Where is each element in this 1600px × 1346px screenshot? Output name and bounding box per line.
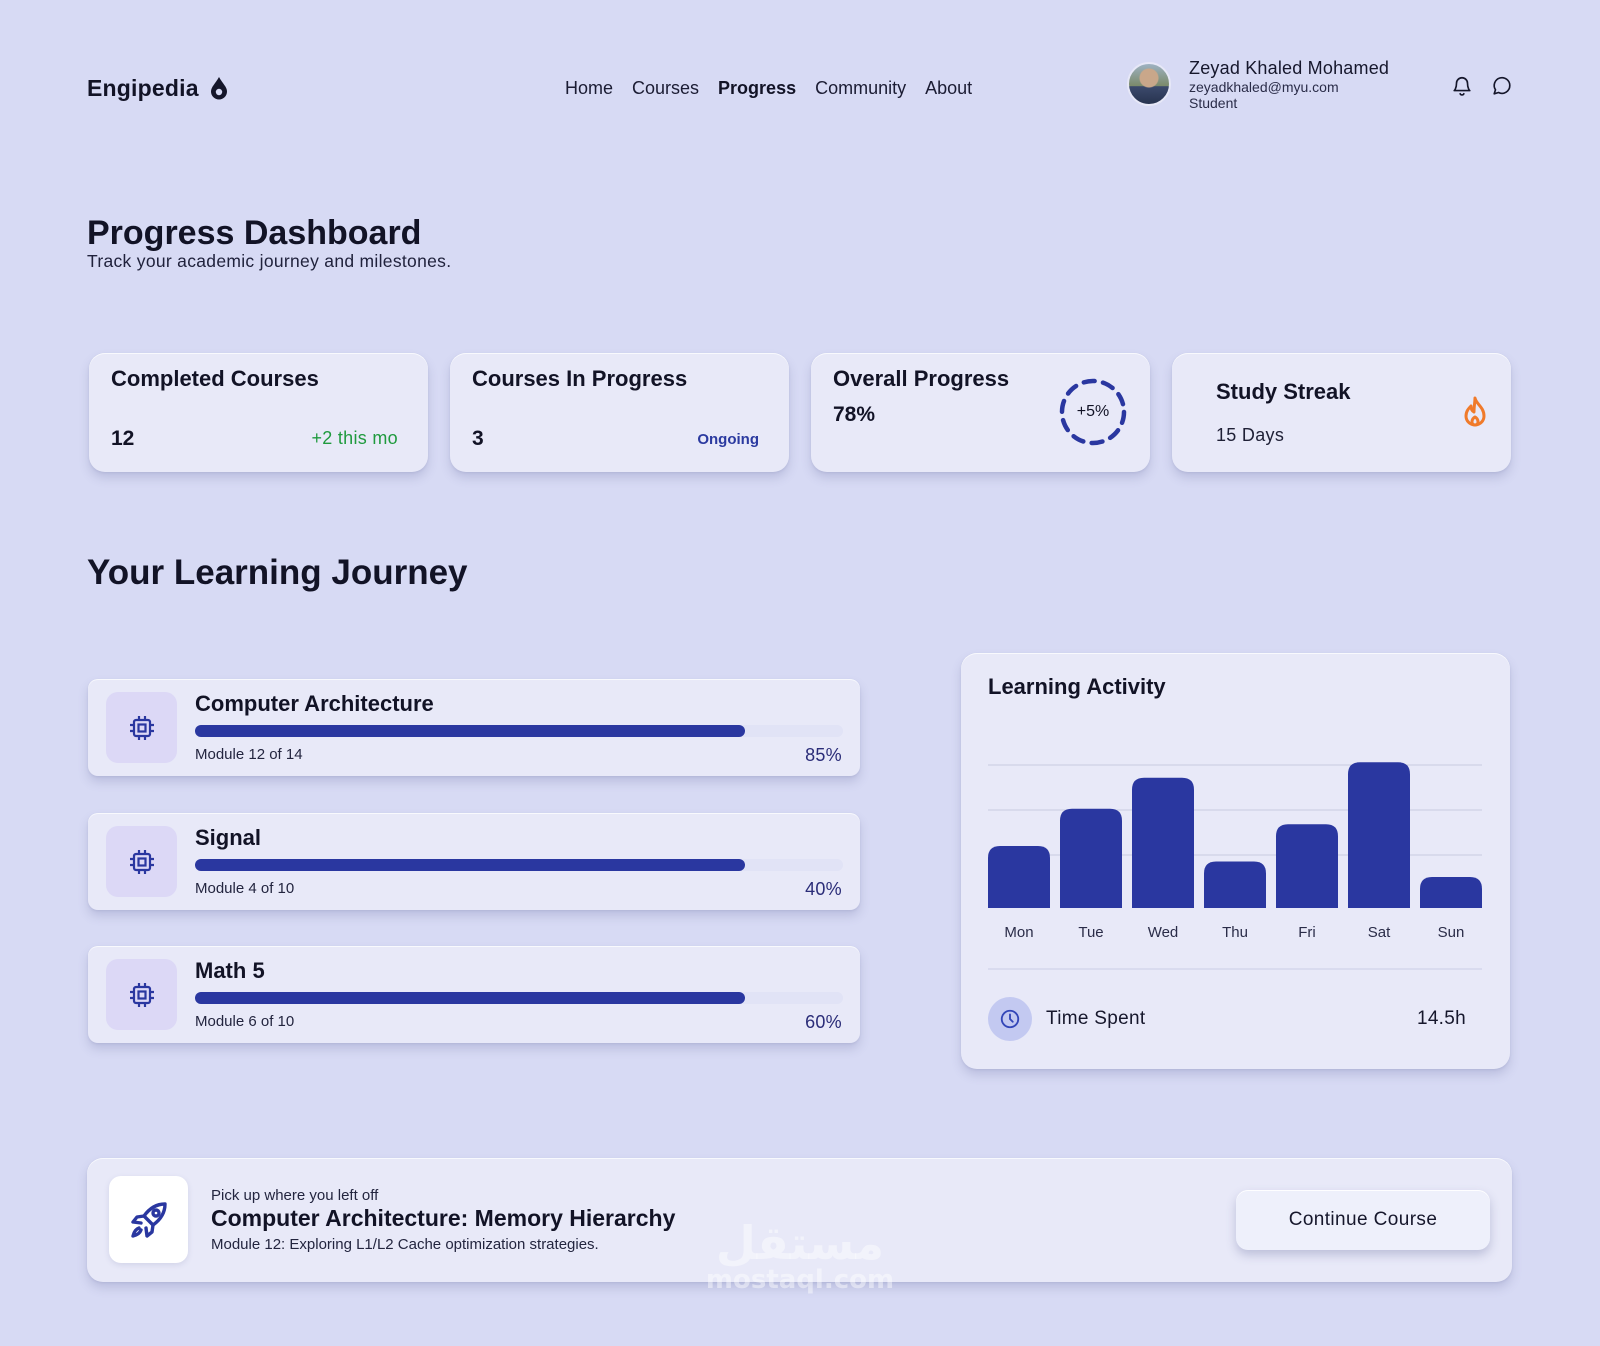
- chat-icon[interactable]: [1491, 74, 1513, 98]
- divider: [988, 968, 1482, 970]
- activity-title: Learning Activity: [988, 674, 1166, 699]
- brand-name: Engipedia: [87, 74, 199, 101]
- page-subtitle: Track your academic journey and mileston…: [87, 251, 452, 271]
- course-progress-fill: [195, 725, 745, 737]
- stat-card-completed: Completed Courses 12 +2 this mo: [89, 353, 428, 472]
- time-spent-label: Time Spent: [1046, 1008, 1146, 1029]
- course-percent: 60%: [805, 1012, 842, 1032]
- avatar[interactable]: [1127, 62, 1171, 107]
- course-name: Computer Architecture: [195, 691, 434, 716]
- status-badge: Ongoing: [697, 431, 759, 448]
- time-spent-value: 14.5h: [1416, 1008, 1466, 1029]
- clock-icon: [988, 997, 1032, 1041]
- banner-description: Module 12: Exploring L1/L2 Cache optimiz…: [211, 1236, 599, 1253]
- stat-title: Courses In Progress: [472, 366, 688, 391]
- chip-icon: [106, 826, 177, 897]
- chart-bar-wed: [1132, 777, 1194, 908]
- stat-title: Overall Progress: [833, 366, 1010, 391]
- user-email: zeyadkhaled@myu.com: [1189, 78, 1339, 95]
- user-role: Student: [1189, 94, 1238, 111]
- chart-tick-label: Mon: [1004, 924, 1033, 941]
- chart-tick-label: Sun: [1438, 924, 1465, 941]
- stat-card-overall-progress: Overall Progress 78% +5%: [811, 353, 1150, 472]
- course-card-signal[interactable]: Signal Module 4 of 10 40%: [88, 813, 860, 910]
- course-module: Module 6 of 10: [195, 1013, 295, 1030]
- chart-tick-label: Thu: [1222, 924, 1248, 941]
- nav-about[interactable]: About: [925, 78, 972, 99]
- nav-courses[interactable]: Courses: [632, 78, 699, 99]
- course-progress-bar: [195, 859, 843, 871]
- user-name: Zeyad Khaled Mohamed: [1189, 58, 1390, 78]
- rocket-icon: [109, 1176, 188, 1263]
- nav-community[interactable]: Community: [815, 78, 906, 99]
- bell-icon[interactable]: [1451, 74, 1473, 98]
- chart-bar-thu: [1204, 861, 1266, 908]
- chip-icon: [106, 692, 177, 763]
- header-actions: [1451, 74, 1513, 98]
- top-header: Engipedia Home Courses Progress Communit…: [87, 58, 1513, 116]
- user-info: Zeyad Khaled Mohamed zeyadkhaled@myu.com…: [1189, 58, 1389, 111]
- learning-activity-card: Learning Activity Mon Tue Wed Thu Fri Sat Sun …: [961, 653, 1510, 1069]
- course-percent: 40%: [805, 879, 842, 899]
- drop-icon: [210, 77, 227, 100]
- stat-card-study-streak: Study Streak 15 Days: [1172, 353, 1511, 472]
- chart-bar-mon: [988, 846, 1050, 908]
- progress-ring-label: +5%: [1076, 403, 1110, 420]
- section-title-learning-journey: Your Learning Journey: [87, 553, 468, 592]
- stat-trend: +2 this mo: [311, 428, 398, 448]
- main-nav: Home Courses Progress Community About: [565, 60, 972, 116]
- stat-title: Study Streak: [1216, 379, 1351, 404]
- course-progress-fill: [195, 992, 745, 1004]
- continue-learning-banner: Pick up where you left off Computer Arch…: [87, 1158, 1512, 1282]
- chart-tick-label: Wed: [1148, 924, 1179, 941]
- activity-bar-chart: Mon Tue Wed Thu Fri Sat Sun: [988, 762, 1482, 941]
- stat-title: Completed Courses: [111, 366, 319, 391]
- banner-kicker: Pick up where you left off: [211, 1187, 379, 1204]
- course-progress-bar: [195, 992, 843, 1004]
- course-module: Module 12 of 14: [195, 746, 303, 763]
- course-card-math-5[interactable]: Math 5 Module 6 of 10 60%: [88, 946, 860, 1043]
- chart-bar-sun: [1420, 877, 1482, 908]
- course-name: Signal: [195, 825, 262, 850]
- course-name: Math 5: [195, 958, 265, 983]
- chart-tick-label: Tue: [1078, 924, 1103, 941]
- course-module: Module 4 of 10: [195, 880, 295, 897]
- stat-value: 3: [472, 427, 484, 450]
- chart-bar-sat: [1348, 762, 1410, 908]
- page-title: Progress Dashboard: [87, 214, 422, 252]
- brand-logo[interactable]: Engipedia: [87, 75, 229, 102]
- chart-bar-tue: [1060, 808, 1122, 908]
- continue-course-button[interactable]: Continue Course: [1236, 1190, 1490, 1250]
- chart-bar-fri: [1276, 824, 1338, 908]
- user-profile[interactable]: Zeyad Khaled Mohamed zeyadkhaled@myu.com…: [1127, 58, 1389, 111]
- flame-icon: [1464, 396, 1486, 427]
- nav-home[interactable]: Home: [565, 78, 613, 99]
- course-progress-bar: [195, 725, 843, 737]
- course-progress-fill: [195, 859, 745, 871]
- stat-value: 12: [111, 427, 135, 450]
- stat-value: 78%: [833, 403, 876, 426]
- course-percent: 85%: [805, 745, 842, 765]
- stat-card-in-progress: Courses In Progress 3 Ongoing: [450, 353, 789, 472]
- chart-tick-label: Sat: [1368, 924, 1391, 941]
- nav-progress[interactable]: Progress: [718, 78, 796, 99]
- course-card-computer-architecture[interactable]: Computer Architecture Module 12 of 14 85…: [88, 679, 860, 776]
- banner-title: Computer Architecture: Memory Hierarchy: [211, 1205, 676, 1231]
- chip-icon: [106, 959, 177, 1030]
- stat-value: 15 Days: [1216, 425, 1285, 445]
- chart-tick-label: Fri: [1298, 924, 1316, 941]
